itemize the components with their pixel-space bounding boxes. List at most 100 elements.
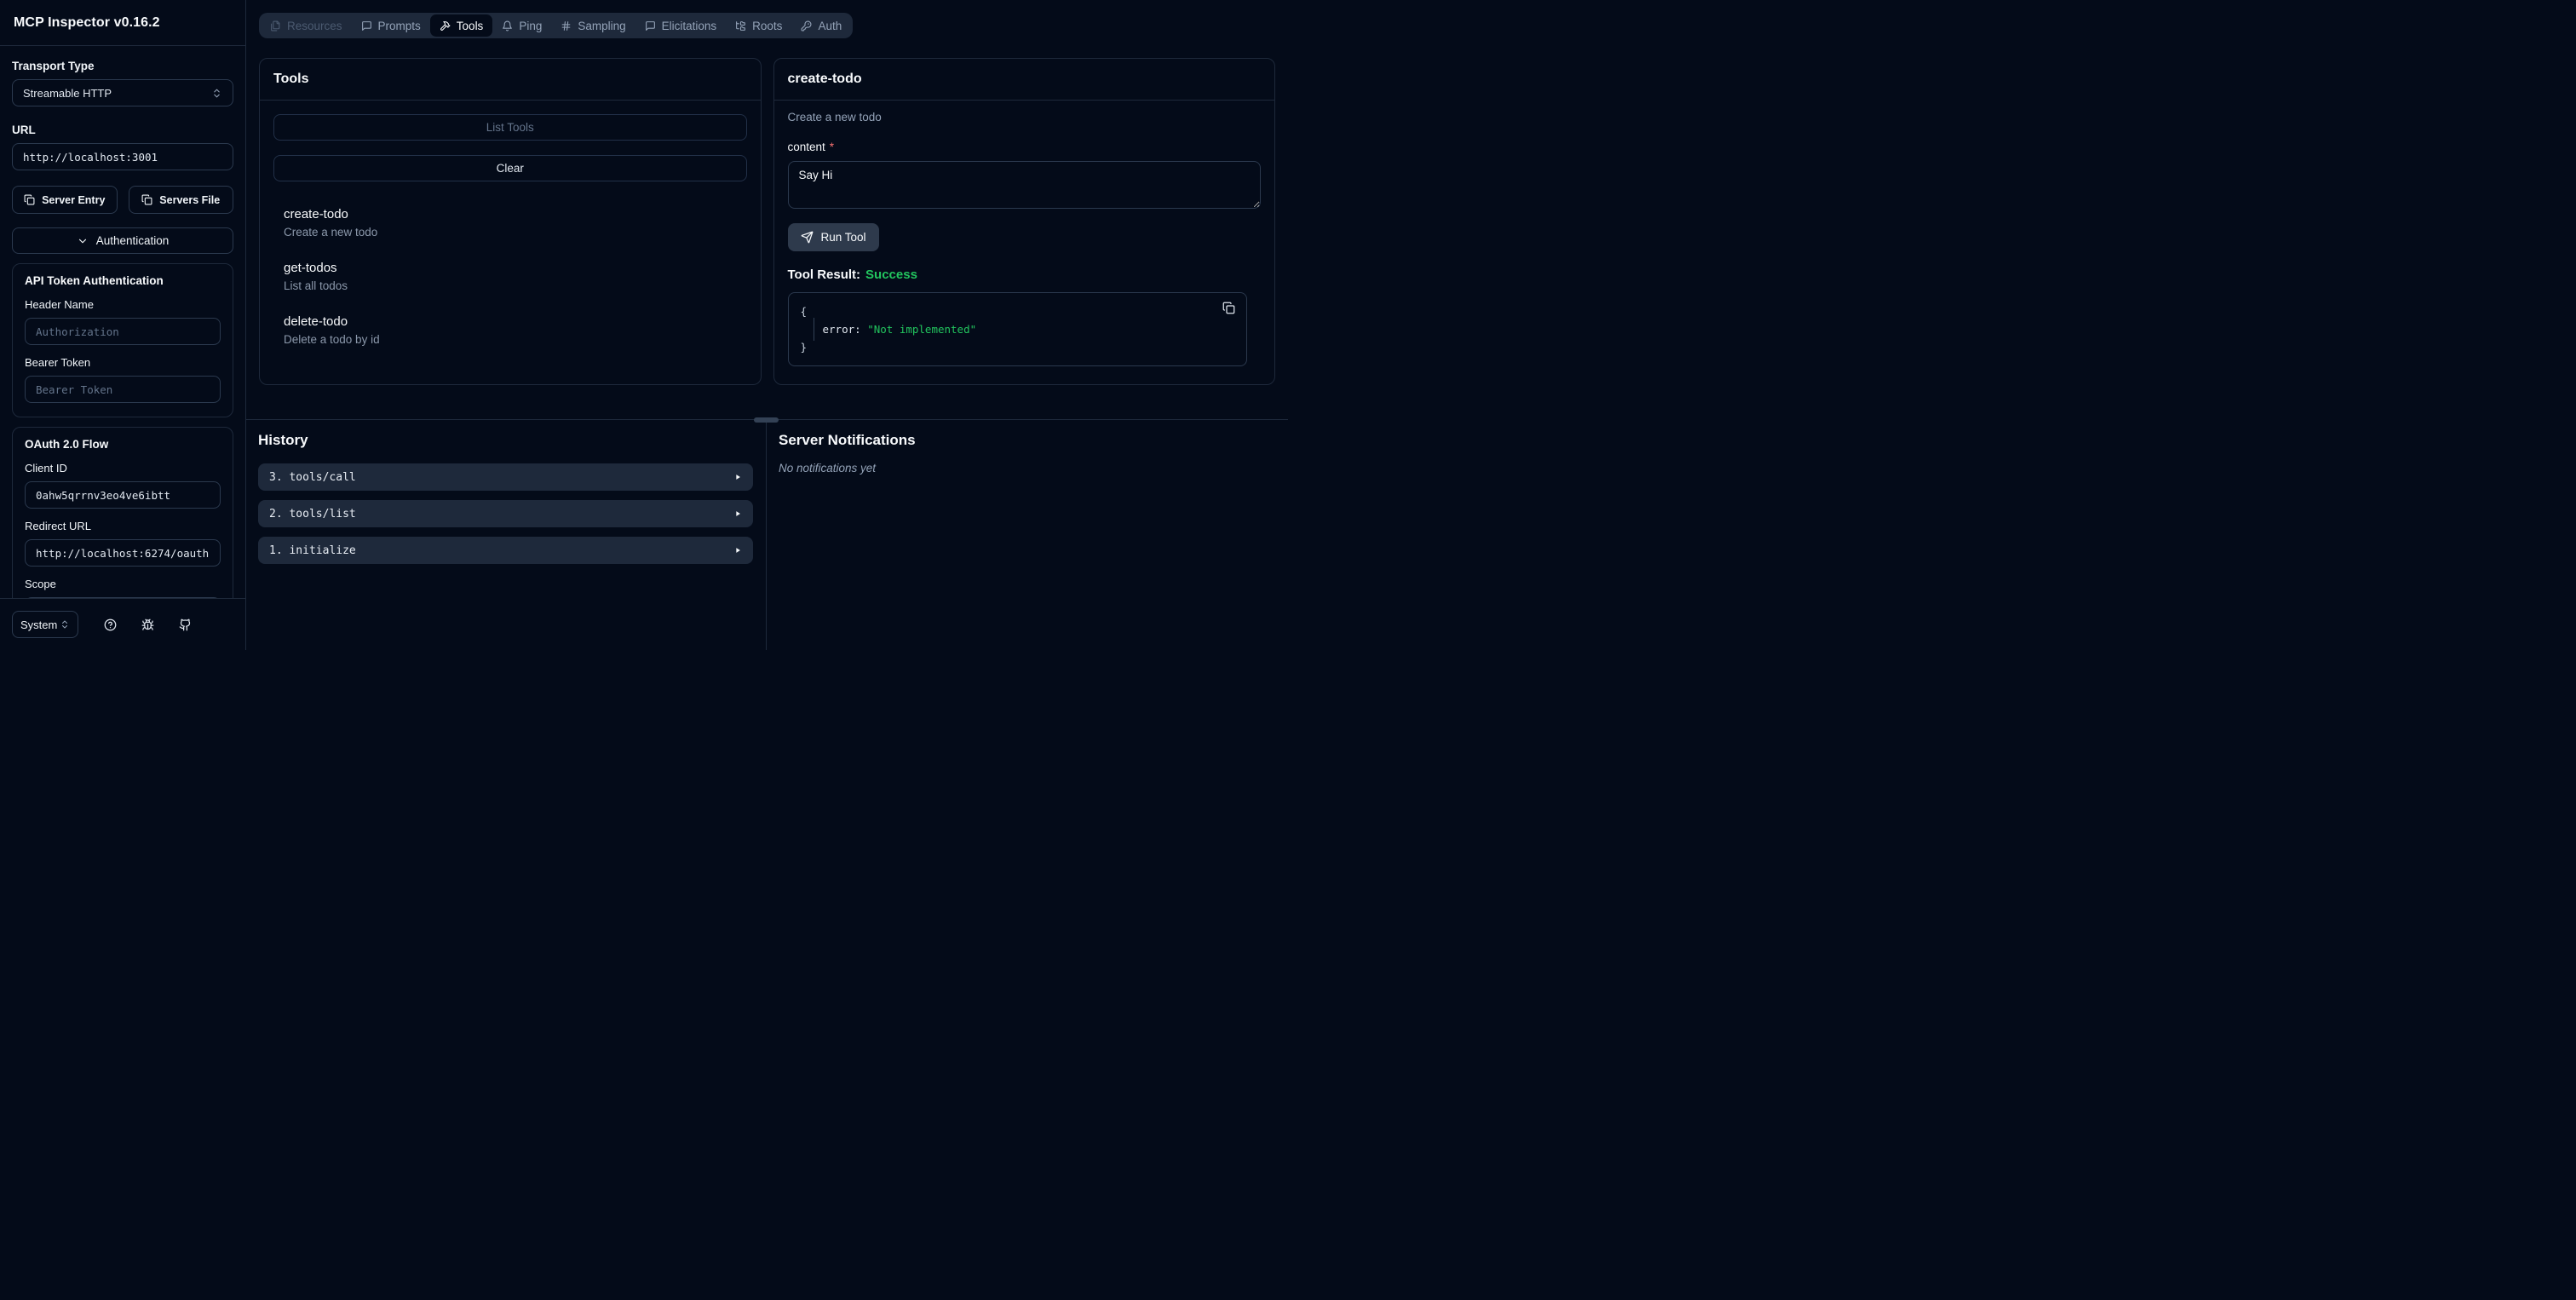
tool-result-row: Tool Result: Success — [788, 267, 1262, 282]
copy-icon — [141, 194, 152, 205]
main-area: Resources Prompts Tools Ping Sampling El… — [246, 0, 1288, 650]
footer-icons — [104, 618, 192, 631]
sidebar-body: Transport Type Streamable HTTP URL Serve… — [0, 46, 245, 598]
client-id-label: Client ID — [25, 462, 67, 475]
tab-label: Sampling — [578, 19, 626, 32]
header-name-label: Header Name — [25, 298, 94, 311]
header-name-input[interactable] — [25, 318, 221, 345]
history-item-tools-list[interactable]: 2. tools/list — [258, 500, 753, 527]
top-panels: Tools List Tools Clear create-todo Creat… — [259, 58, 1275, 385]
circle-help-icon — [104, 618, 117, 630]
bell-icon — [503, 20, 513, 31]
oauth-card: OAuth 2.0 Flow Client ID Redirect URL Sc… — [12, 427, 233, 598]
chevrons-up-down-icon — [62, 620, 67, 629]
servers-file-button[interactable]: Servers File — [128, 186, 233, 214]
tab-tools[interactable]: Tools — [429, 14, 493, 37]
tool-result-label: Tool Result: — [787, 267, 861, 282]
clear-button[interactable]: Clear — [273, 155, 747, 181]
transport-type-select[interactable]: Streamable HTTP — [12, 79, 233, 106]
json-key: error: — [822, 323, 868, 336]
top-region: Resources Prompts Tools Ping Sampling El… — [246, 0, 1288, 419]
sidebar-header: MCP Inspector v0.16.2 — [0, 0, 245, 46]
tab-ping[interactable]: Ping — [492, 14, 551, 37]
authentication-toggle-label: Authentication — [95, 234, 170, 247]
report-bug-button[interactable] — [141, 618, 154, 631]
redirect-url-input[interactable] — [25, 539, 221, 567]
hash-icon — [561, 20, 571, 31]
tool-result-status: Success — [865, 267, 917, 282]
tool-name: create-todo — [284, 207, 348, 221]
tab-label: Roots — [752, 19, 783, 32]
run-tool-label: Run Tool — [820, 231, 866, 244]
help-button[interactable] — [104, 618, 117, 631]
server-entry-label: Server Entry — [42, 193, 106, 206]
bearer-token-input[interactable] — [25, 376, 221, 403]
history-item-tools-call[interactable]: 3. tools/call — [258, 463, 753, 491]
message-square-icon — [645, 20, 655, 31]
transport-type-label: Transport Type — [12, 60, 95, 72]
theme-select[interactable]: System — [12, 611, 78, 638]
tab-resources[interactable]: Resources — [261, 14, 352, 37]
server-notifications-panel: Server Notifications No notifications ye… — [767, 420, 1288, 650]
chevron-down-icon — [78, 239, 86, 243]
result-json-box: { error: "Not implemented" } — [787, 292, 1247, 366]
json-close-brace: } — [800, 341, 808, 354]
tab-label: Ping — [519, 19, 543, 32]
pane-resize-handle[interactable] — [754, 417, 779, 423]
servers-file-label: Servers File — [159, 193, 221, 206]
key-icon — [801, 20, 812, 31]
no-notifications-message: No notifications yet — [779, 462, 877, 475]
copy-icon — [24, 194, 35, 205]
json-open-brace: { — [800, 305, 808, 318]
tool-description: Create a new todo — [284, 226, 378, 239]
required-marker: * — [829, 141, 835, 153]
copy-result-button[interactable] — [1222, 302, 1235, 314]
history-list: 3. tools/call 2. tools/list 1. initializ… — [258, 463, 753, 564]
tool-item-create-todo[interactable]: create-todo Create a new todo — [273, 207, 747, 239]
url-label: URL — [12, 124, 36, 136]
github-button[interactable] — [179, 618, 192, 631]
authentication-toggle[interactable]: Authentication — [12, 227, 233, 254]
tool-item-delete-todo[interactable]: delete-todo Delete a todo by id — [273, 314, 747, 346]
json-string-value: "Not implemented" — [867, 323, 977, 336]
tools-panel-body: List Tools Clear create-todo Create a ne… — [260, 101, 761, 384]
bearer-token-label: Bearer Token — [25, 356, 91, 369]
tool-detail-description: Create a new todo — [787, 111, 882, 124]
history-item-label: 1. initialize — [269, 544, 356, 557]
tab-roots[interactable]: Roots — [726, 14, 791, 37]
tool-description: Delete a todo by id — [284, 333, 380, 346]
run-tool-button[interactable]: Run Tool — [787, 223, 879, 251]
tab-label: Auth — [818, 19, 842, 32]
list-tools-button[interactable]: List Tools — [273, 114, 747, 141]
tab-label: Prompts — [377, 19, 421, 32]
content-field-label: content — [787, 141, 825, 153]
json-error-line: error: "Not implemented" — [801, 318, 1235, 341]
tool-name: delete-todo — [284, 314, 348, 329]
content-field-label-row: content * — [788, 141, 1262, 153]
history-item-label: 2. tools/list — [269, 507, 356, 521]
api-token-title: API Token Authentication — [25, 274, 164, 287]
tool-item-get-todos[interactable]: get-todos List all todos — [273, 261, 747, 292]
content-textarea[interactable]: Say Hi — [787, 161, 1261, 209]
expand-arrow-icon — [736, 548, 740, 553]
history-item-label: 3. tools/call — [269, 470, 356, 484]
url-input[interactable] — [12, 143, 233, 170]
oauth-title: OAuth 2.0 Flow — [25, 438, 109, 451]
tab-elicitations[interactable]: Elicitations — [635, 14, 727, 37]
history-item-initialize[interactable]: 1. initialize — [258, 537, 753, 564]
transport-type-value: Streamable HTTP — [23, 86, 112, 100]
server-notifications-title: Server Notifications — [779, 432, 916, 448]
tool-name: get-todos — [284, 261, 337, 275]
theme-select-value: System — [20, 618, 58, 631]
folder-tree-icon — [736, 20, 746, 31]
github-icon — [179, 618, 191, 630]
tools-panel: Tools List Tools Clear create-todo Creat… — [259, 58, 762, 385]
app-title: MCP Inspector v0.16.2 — [14, 14, 160, 30]
server-entry-button[interactable]: Server Entry — [12, 186, 118, 214]
tab-prompts[interactable]: Prompts — [352, 14, 430, 37]
client-id-input[interactable] — [25, 481, 221, 509]
tab-auth[interactable]: Auth — [791, 14, 851, 37]
api-token-card: API Token Authentication Header Name Bea… — [12, 263, 233, 417]
tab-sampling[interactable]: Sampling — [551, 14, 635, 37]
tab-label: Resources — [287, 19, 342, 32]
